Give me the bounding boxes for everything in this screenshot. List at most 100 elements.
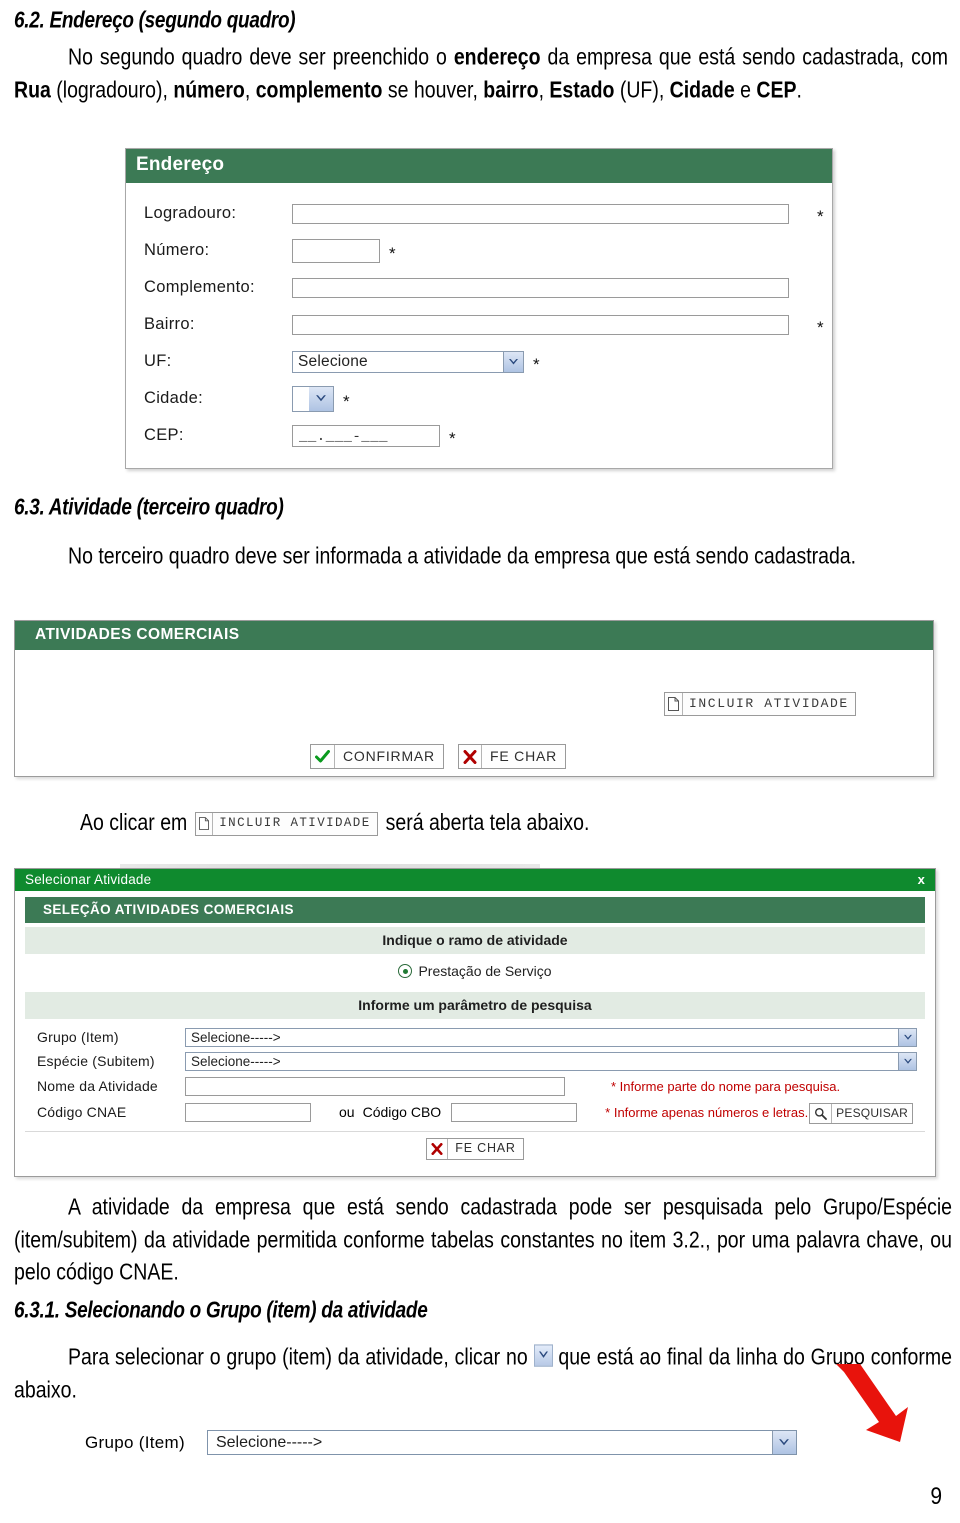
label-grupo-item-bottom: Grupo (Item) xyxy=(85,1432,185,1452)
bold-estado: Estado xyxy=(549,77,615,103)
row-grupo-item: Grupo (Item) Selecione-----> xyxy=(37,1025,925,1049)
endereco-form-panel: Endereço Logradouro: * Número: * Complem… xyxy=(125,148,833,469)
ao-clicar-suffix: será aberta tela abaixo. xyxy=(385,810,590,837)
ramo-radio-row[interactable]: Prestação de Serviço xyxy=(25,954,925,988)
field-row-numero: Número: * xyxy=(126,232,832,269)
label-nome-atividade: Nome da Atividade xyxy=(37,1078,158,1094)
dialog-fechar-label: FE CHAR xyxy=(455,1141,516,1155)
fechar-label: FE CHAR xyxy=(489,748,558,764)
input-logradouro[interactable] xyxy=(292,203,789,224)
label-especie-subitem: Espécie (Subitem) xyxy=(37,1053,155,1069)
para-text-1: No segundo quadro deve ser preenchido o xyxy=(68,44,454,71)
grupo-item-bottom-widget: Grupo (Item) Selecione-----> xyxy=(85,1430,797,1455)
close-x-icon xyxy=(427,1139,449,1159)
band-indique-ramo: Indique o ramo de atividade xyxy=(25,927,925,954)
label-codigo-cbo: Código CBO xyxy=(362,1104,442,1120)
dialog-search-form: Grupo (Item) Selecione-----> Espécie (Su… xyxy=(25,1019,925,1127)
para-text-7: (UF), xyxy=(614,77,670,103)
select-uf[interactable]: Selecione xyxy=(292,350,524,373)
chevron-down-icon[interactable] xyxy=(771,1431,796,1454)
label-bairro: Bairro: xyxy=(144,315,195,333)
label-cep: CEP: xyxy=(144,426,184,444)
field-row-bairro: Bairro: * xyxy=(126,306,832,343)
pesquisar-button[interactable]: PESQUISAR xyxy=(809,1103,913,1124)
field-row-cidade: Cidade: * xyxy=(126,380,832,417)
required-asterisk-uf: * xyxy=(533,355,540,374)
search-icon xyxy=(810,1104,833,1123)
field-row-logradouro: Logradouro: * xyxy=(126,195,832,232)
hint-codigo: * Informe apenas números e letras. xyxy=(605,1104,809,1120)
input-nome-atividade[interactable] xyxy=(185,1076,565,1096)
paragraph-after-dialog: A atividade da empresa que está sendo ca… xyxy=(14,1194,952,1286)
page-number: 9 xyxy=(930,1483,942,1510)
incluir-atividade-button[interactable]: INCLUIR ATIVIDADE xyxy=(664,692,856,716)
confirmar-button[interactable]: CONFIRMAR xyxy=(310,744,444,769)
bold-numero: número xyxy=(173,77,245,103)
cep-mask-value: __.___-___ xyxy=(299,428,389,445)
dialog-title: Selecionar Atividade xyxy=(25,872,152,887)
pesquisar-label: PESQUISAR xyxy=(836,1106,908,1120)
ao-clicar-line: Ao clicar em INCLUIR ATIVIDADE será aber… xyxy=(80,810,590,837)
select-especie-subitem[interactable]: Selecione-----> xyxy=(185,1051,917,1071)
dialog-footer: FE CHAR xyxy=(25,1131,925,1168)
label-grupo-item: Grupo (Item) xyxy=(37,1029,119,1045)
para-text-8: e xyxy=(734,77,757,103)
required-asterisk-cidade: * xyxy=(343,392,350,411)
document-icon xyxy=(665,693,683,715)
band-informe-parametro: Informe um parâmetro de pesquisa xyxy=(25,992,925,1019)
confirmar-label: CONFIRMAR xyxy=(343,748,435,764)
select-grupo-item-value: Selecione-----> xyxy=(191,1029,281,1045)
dialog-section-title: SELEÇÃO ATIVIDADES COMERCIAIS xyxy=(25,897,925,923)
close-icon[interactable]: x xyxy=(918,872,925,887)
label-complemento: Complemento: xyxy=(144,278,255,296)
dialog-body: SELEÇÃO ATIVIDADES COMERCIAIS Indique o … xyxy=(15,891,935,1176)
chevron-down-icon[interactable] xyxy=(898,1052,916,1070)
select-grupo-item-bottom[interactable]: Selecione-----> xyxy=(206,1430,797,1455)
document-page: 6.2. Endereço (segundo quadro) No segund… xyxy=(0,0,960,1523)
endereco-form-body: Logradouro: * Número: * Complemento: Bai… xyxy=(126,183,832,468)
input-complemento[interactable] xyxy=(292,277,789,298)
para-text-3: (logradouro), xyxy=(50,77,174,103)
para-text-2: da empresa que está sendo cadastrada, co… xyxy=(540,44,948,71)
input-cep[interactable]: __.___-___ xyxy=(292,424,440,447)
label-codigo-cnae: Código CNAE xyxy=(37,1104,127,1120)
red-arrow-annotation xyxy=(836,1364,908,1442)
radio-button-icon[interactable] xyxy=(398,964,413,978)
ou-label: ou xyxy=(339,1104,355,1120)
document-icon xyxy=(196,813,214,835)
required-asterisk-cep: * xyxy=(449,429,456,448)
bold-rua: Rua xyxy=(14,77,51,103)
input-codigo-cbo[interactable] xyxy=(451,1102,578,1122)
select-cidade[interactable] xyxy=(292,385,334,412)
section-heading-6-3-1: 6.3.1. Selecionando o Grupo (item) da at… xyxy=(14,1298,428,1324)
check-icon xyxy=(311,745,335,768)
section-heading-6-2: 6.2. Endereço (segundo quadro) xyxy=(14,8,296,34)
field-row-complemento: Complemento: xyxy=(126,269,832,306)
fechar-button[interactable]: FE CHAR xyxy=(457,744,567,769)
label-logradouro: Logradouro: xyxy=(144,204,237,222)
select-grupo-item[interactable]: Selecione-----> xyxy=(185,1027,917,1047)
select-grupo-item-bottom-value: Selecione-----> xyxy=(215,1433,323,1451)
required-asterisk-bairro: * xyxy=(817,318,824,337)
endereco-panel-title: Endereço xyxy=(126,149,832,183)
bold-bairro: bairro xyxy=(483,77,539,103)
input-codigo-cnae[interactable] xyxy=(185,1102,311,1122)
dialog-fechar-button[interactable]: FE CHAR xyxy=(426,1138,524,1160)
chevron-down-icon[interactable] xyxy=(503,351,523,372)
para-text-9: . xyxy=(796,77,802,103)
close-x-icon xyxy=(459,745,482,768)
incluir-atividade-inline-label: INCLUIR ATIVIDADE xyxy=(219,816,371,830)
ao-clicar-prefix: Ao clicar em xyxy=(80,810,188,837)
input-bairro[interactable] xyxy=(292,314,789,335)
bold-endereco: endereço xyxy=(453,44,541,71)
chevron-down-icon[interactable] xyxy=(898,1028,916,1046)
hint-nome-atividade: * Informe parte do nome para pesquisa. xyxy=(611,1078,841,1094)
input-numero[interactable] xyxy=(292,238,380,263)
incluir-atividade-inline-button[interactable]: INCLUIR ATIVIDADE xyxy=(195,812,378,836)
row-codigo: Código CNAE ou Código CBO * Informe apen… xyxy=(37,1099,925,1125)
chevron-down-icon[interactable] xyxy=(309,386,333,411)
section-6-2-paragraph: No segundo quadro deve ser preenchido o … xyxy=(14,42,948,107)
section-631-text-1: Para selecionar o grupo (item) da ativid… xyxy=(68,1344,534,1371)
label-cidade: Cidade: xyxy=(144,389,203,407)
para-text-4: , xyxy=(244,77,256,103)
